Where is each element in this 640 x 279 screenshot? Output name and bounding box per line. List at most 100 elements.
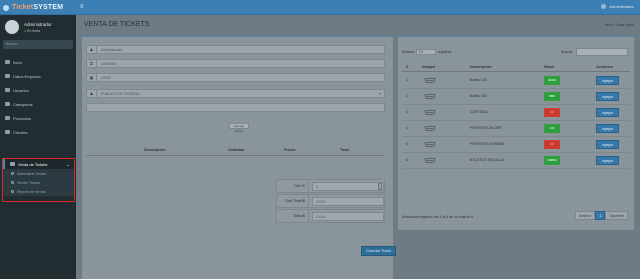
sale-table-header: Descripción Cantidad Precio Total [86, 148, 385, 154]
col-descripcion: Descripción [144, 148, 166, 152]
row-number: 5 [406, 142, 408, 146]
stepper-icon[interactable]: ▴ ▾ [378, 183, 382, 190]
row-description: CORTESÍA [470, 110, 488, 114]
folder-icon [5, 102, 10, 106]
stock-badge: 0 [544, 108, 560, 117]
table-row: 5 PREVENTA HOMBRE 0 Agregar [402, 137, 630, 153]
avatar [5, 20, 19, 34]
iva-input[interactable]: 0 ▴ ▾ [312, 181, 384, 191]
sidebar-item-categorias[interactable]: Categorías [0, 97, 76, 111]
ticket-image-icon [424, 141, 436, 148]
pager-prev[interactable]: Anterior [575, 211, 596, 220]
sidebar: Administrador ●En línea Buscar... Inicio… [0, 15, 76, 279]
ticket-image-icon [424, 157, 436, 164]
sidebar-subitem-administrar[interactable]: Administrar Ventas [3, 169, 74, 178]
stock-badge: 00000 [544, 76, 560, 85]
table-row: 2 Boleto 155 0882 Agregar [402, 89, 630, 105]
box-icon [5, 116, 10, 120]
stock-badge: 999999 [544, 156, 560, 165]
add-client-button[interactable]: Agregar cliente [229, 123, 249, 133]
row-number: 3 [406, 110, 408, 114]
table-row: 4 PREVENTA MUJER 130 Agregar [402, 121, 630, 137]
user-menu-name: Administrador [609, 4, 634, 9]
app-logo[interactable]: TicketSYSTEM [3, 2, 75, 13]
chevron-down-icon: ⌄ [66, 161, 70, 167]
sidebar-subitem-reporte[interactable]: Reporte de Ventas [3, 187, 74, 196]
products-table-header: # Imagen Descripción Stock Acciones [402, 63, 630, 72]
product-list-field[interactable] [86, 103, 385, 112]
ticket-image-icon [424, 77, 436, 84]
sidebar-toggle-icon[interactable]: ≡ [80, 4, 84, 10]
col-stock[interactable]: Stock [544, 65, 554, 69]
add-product-button[interactable]: Agregar [596, 76, 619, 85]
iva-row: IVA % 0 ▴ ▾ [276, 179, 385, 193]
col-number[interactable]: # [406, 65, 408, 69]
products-search: Buscar: [561, 48, 628, 56]
row-number: 1 [406, 78, 408, 82]
ticket-logo-icon [3, 4, 9, 11]
table-row: 1 Boleto 105 00000 Agregar [402, 73, 630, 89]
row-number: 2 [406, 94, 408, 98]
sidebar-user-name: Administrador [24, 22, 52, 27]
col-cantidad: Cantidad [228, 148, 245, 152]
add-product-button[interactable]: Agregar [596, 124, 619, 133]
stock-badge: 0882 [544, 92, 560, 101]
key-icon: ⚿ [87, 59, 97, 68]
row-description: PREVENTA HOMBRE [470, 142, 505, 146]
sidebar-active-group: Venta de Tickets ⌄ Administrar Ventas Ven… [2, 158, 75, 202]
sidebar-item-clientes[interactable]: Clientes [0, 125, 76, 139]
number-field[interactable]: ▦ 10000 [86, 73, 385, 82]
table-row: 3 CORTESÍA 0 Agregar [402, 105, 630, 121]
sidebar-user-panel: Administrador ●En línea [3, 19, 73, 39]
add-product-button[interactable]: Agregar [596, 92, 619, 101]
stock-badge: 0 [544, 140, 560, 149]
calendar-icon: ▦ [87, 73, 97, 82]
page-length-select[interactable]: 10 [415, 49, 436, 55]
sidebar-user-status: ●En línea [24, 29, 40, 33]
online-dot-icon: ● [24, 29, 27, 33]
col-precio: Precio [284, 148, 296, 152]
seller-field[interactable]: ♟ Administrador [86, 45, 385, 54]
pager-next[interactable]: Siguiente [605, 211, 628, 220]
page-title: VENTA DE TICKETS [84, 21, 150, 28]
products-panel: Mostrar 10 registros Buscar: # Imagen De… [398, 36, 634, 230]
ticket-image-icon [424, 109, 436, 116]
row-number: 6 [406, 158, 408, 162]
avatar [601, 4, 607, 9]
building-icon [5, 74, 10, 78]
code-field[interactable]: ⚿ 10000000 [86, 59, 385, 68]
sidebar-item-usuarios[interactable]: Usuarios [0, 83, 76, 97]
client-select[interactable]: ♟ PUBLICO EN GENERAL ▾ [86, 89, 385, 98]
ticket-image-icon [424, 93, 436, 100]
add-product-button[interactable]: Agregar [596, 156, 619, 165]
row-number: 4 [406, 126, 408, 130]
main-content: VENTA DE TICKETS Inicio / Crear venta ♟ … [76, 15, 640, 279]
sidebar-item-inicio[interactable]: Inicio [0, 55, 76, 69]
user-icon [5, 130, 10, 134]
add-product-button[interactable]: Agregar [596, 108, 619, 117]
ticket-icon [10, 162, 15, 166]
sidebar-item-venta-tickets[interactable]: Venta de Tickets ⌄ [3, 159, 74, 169]
col-imagen[interactable]: Imagen [422, 65, 435, 69]
sidebar-subitem-vender[interactable]: Vender Tickets [3, 178, 74, 187]
users-icon [5, 88, 10, 92]
user-menu[interactable]: Administrador [601, 4, 634, 9]
subtotal-value: 00000 [312, 196, 384, 206]
sale-form-panel: ♟ Administrador ⚿ 10000000 ▦ 10000 ♟ PUB… [82, 36, 393, 279]
col-descripcion[interactable]: Descripción [470, 65, 492, 69]
pager-page[interactable]: 1 [595, 211, 606, 220]
stock-badge: 130 [544, 124, 560, 133]
save-ticket-button[interactable]: Guardar Ticket [361, 246, 396, 256]
sidebar-item-productos[interactable]: Productos [0, 111, 76, 125]
col-acciones[interactable]: Acciones [596, 65, 613, 69]
pagination: Anterior 1 Siguiente [575, 211, 628, 220]
page-length-control: Mostrar 10 registros [402, 49, 452, 55]
add-product-button[interactable]: Agregar [596, 140, 619, 149]
subtotal-row: Sub Total $ 00000 [276, 194, 385, 208]
sidebar-search-input[interactable]: Buscar... [3, 40, 73, 49]
circle-icon [11, 181, 14, 184]
sidebar-item-empresa[interactable]: Datos Empresa [0, 69, 76, 83]
products-search-input[interactable] [576, 48, 628, 56]
breadcrumb[interactable]: Inicio / Crear venta [605, 23, 634, 27]
user-icon: ♟ [87, 45, 97, 54]
